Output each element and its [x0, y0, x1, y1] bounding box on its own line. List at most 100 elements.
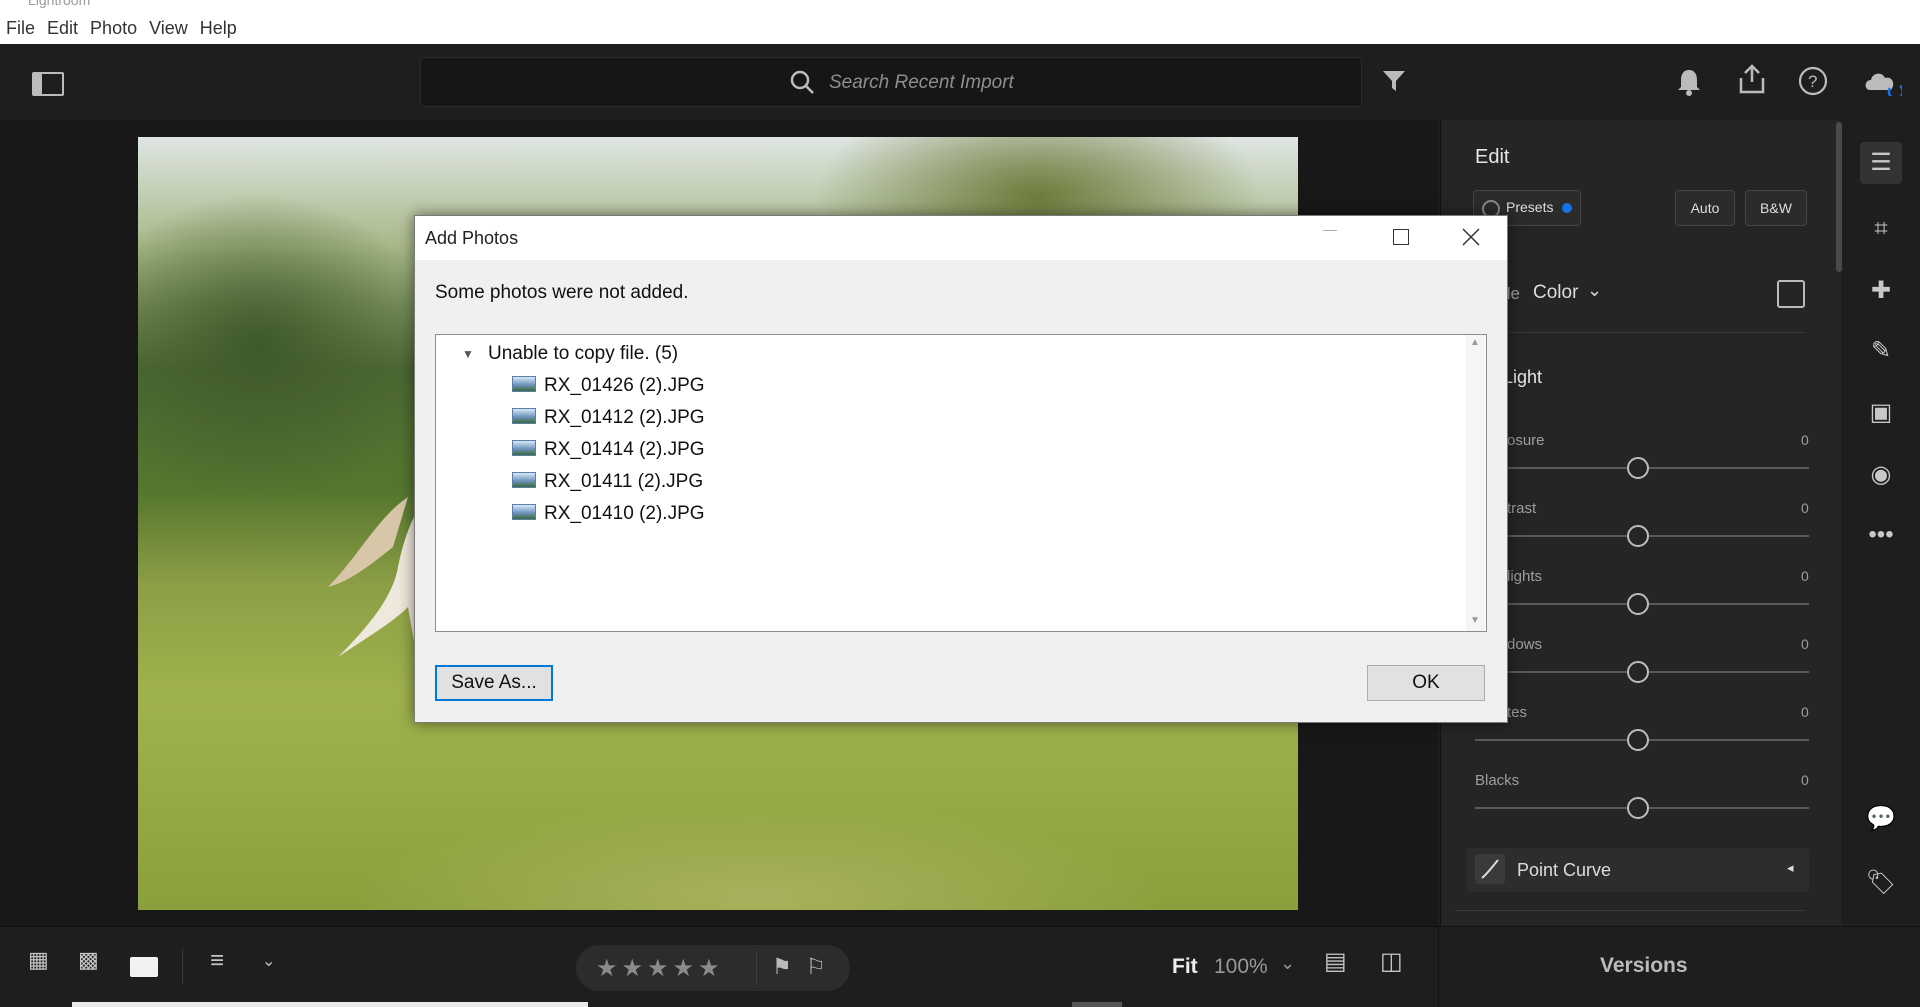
- menu-photo[interactable]: Photo: [84, 10, 143, 39]
- whites-value[interactable]: 0: [1801, 704, 1809, 720]
- versions-button[interactable]: Versions: [1600, 954, 1688, 978]
- list-item[interactable]: RX_01426 (2).JPG: [512, 375, 705, 397]
- highlights-slider-handle[interactable]: [1627, 593, 1649, 615]
- contrast-slider-handle[interactable]: [1627, 525, 1649, 547]
- menu-file[interactable]: File: [0, 10, 41, 39]
- exposure-slider-handle[interactable]: [1627, 457, 1649, 479]
- filmstrip-marker: [1072, 1002, 1122, 1007]
- auto-button[interactable]: Auto: [1675, 190, 1735, 226]
- brush-icon[interactable]: ✎: [1860, 330, 1902, 372]
- list-item[interactable]: RX_01410 (2).JPG: [512, 503, 705, 525]
- list-scrollbar[interactable]: ▲ ▼: [1466, 335, 1485, 631]
- dialog-message: Some photos were not added.: [435, 282, 689, 303]
- fit-zoom-option[interactable]: Fit: [1172, 955, 1198, 979]
- minimize-icon[interactable]: [1323, 230, 1337, 231]
- svg-text:?: ?: [1808, 72, 1817, 91]
- dialog-title-bar: Add Photos: [415, 216, 1507, 260]
- point-curve-section[interactable]: Point Curve ◂: [1467, 848, 1809, 892]
- filter-icon[interactable]: [1382, 70, 1406, 92]
- list-item[interactable]: RX_01414 (2).JPG: [512, 439, 705, 461]
- image-file-icon: [512, 440, 536, 456]
- reject-flag-icon[interactable]: ⚐: [806, 954, 826, 980]
- healing-brush-icon[interactable]: ✚: [1860, 270, 1902, 312]
- scroll-up-icon[interactable]: ▲: [1470, 337, 1480, 348]
- title-bar: Lightroom: [0, 0, 1920, 10]
- failed-files-list[interactable]: ▼ Unable to copy file. (5) RX_01426 (2).…: [435, 334, 1487, 632]
- star-rating[interactable]: ★★★★★: [596, 954, 724, 983]
- menu-view[interactable]: View: [143, 10, 194, 39]
- shadows-value[interactable]: 0: [1801, 636, 1809, 652]
- file-name: RX_01426 (2).JPG: [544, 375, 705, 396]
- crop-icon[interactable]: ⌗: [1860, 208, 1902, 250]
- square-grid-view-icon[interactable]: ▩: [78, 947, 99, 973]
- menu-edit[interactable]: Edit: [41, 10, 84, 39]
- edit-panel-title: Edit: [1475, 146, 1510, 168]
- linear-gradient-icon[interactable]: ▣: [1860, 392, 1902, 434]
- close-icon[interactable]: [1462, 228, 1480, 246]
- maximize-icon[interactable]: [1393, 229, 1409, 245]
- file-name: RX_01414 (2).JPG: [544, 439, 705, 460]
- blacks-value[interactable]: 0: [1801, 772, 1809, 788]
- exposure-label: osure: [1507, 432, 1545, 449]
- image-file-icon: [512, 504, 536, 520]
- shadows-slider-handle[interactable]: [1627, 661, 1649, 683]
- divider: [1455, 910, 1805, 911]
- comments-icon[interactable]: 💬: [1860, 798, 1902, 840]
- shadows-label: dows: [1507, 636, 1543, 653]
- photo-grid-view-icon[interactable]: ▦: [28, 947, 49, 973]
- presets-indicator-dot: [1562, 203, 1572, 213]
- zoom-level[interactable]: 100%: [1214, 955, 1268, 979]
- contrast-label: trast: [1507, 500, 1537, 517]
- list-item[interactable]: RX_01411 (2).JPG: [512, 471, 703, 493]
- profile-browser-icon[interactable]: [1777, 280, 1805, 308]
- menu-help[interactable]: Help: [194, 10, 243, 39]
- app-title: Lightroom: [28, 0, 91, 8]
- ok-button[interactable]: OK: [1367, 665, 1485, 701]
- contrast-value[interactable]: 0: [1801, 500, 1809, 516]
- more-options-icon[interactable]: •••: [1860, 514, 1902, 556]
- radial-gradient-icon[interactable]: ◉: [1860, 454, 1902, 496]
- sort-dropdown-chevron-icon[interactable]: ⌄: [262, 951, 275, 971]
- save-as-button[interactable]: Save As...: [435, 665, 553, 701]
- pick-flag-icon[interactable]: ⚑: [772, 954, 792, 980]
- before-after-icon[interactable]: ◫: [1380, 947, 1403, 976]
- search-placeholder: Search Recent Import: [829, 72, 1014, 93]
- whites-slider-handle[interactable]: [1627, 729, 1649, 751]
- image-file-icon: [512, 408, 536, 424]
- expand-triangle-icon[interactable]: ▼: [462, 347, 474, 361]
- highlights-value[interactable]: 0: [1801, 568, 1809, 584]
- search-box[interactable]: Search Recent Import: [420, 57, 1362, 107]
- list-item[interactable]: RX_01412 (2).JPG: [512, 407, 705, 429]
- cloud-sync-icon[interactable]: [1862, 66, 1902, 96]
- divider: [1438, 927, 1439, 1007]
- search-icon: [790, 70, 814, 94]
- panel-toggle-icon[interactable]: [32, 72, 64, 96]
- edit-sliders-icon[interactable]: ☰: [1860, 142, 1902, 184]
- divider: [756, 951, 757, 985]
- help-icon[interactable]: ?: [1798, 66, 1828, 96]
- zoom-dropdown-chevron-icon[interactable]: ⌄: [1280, 953, 1295, 974]
- whites-label: tes: [1507, 704, 1528, 721]
- presets-label: Presets: [1506, 199, 1554, 215]
- keywords-tag-icon[interactable]: 🏷: [1860, 862, 1902, 904]
- error-group-label[interactable]: Unable to copy file. (5): [488, 343, 678, 365]
- exposure-value[interactable]: 0: [1801, 432, 1809, 448]
- blacks-slider-handle[interactable]: [1627, 797, 1649, 819]
- compare-view-icon[interactable]: ▤: [1324, 947, 1347, 976]
- light-section-title[interactable]: Light: [1503, 367, 1542, 388]
- divider: [182, 949, 183, 985]
- scroll-down-icon[interactable]: ▼: [1470, 615, 1480, 626]
- file-name: RX_01412 (2).JPG: [544, 407, 705, 428]
- share-icon[interactable]: [1738, 64, 1766, 94]
- menu-bar: File Edit Photo View Help: [0, 10, 1920, 45]
- top-toolbar: Search Recent Import ?: [0, 44, 1920, 121]
- sort-icon[interactable]: ≡: [210, 947, 224, 975]
- notification-bell-icon[interactable]: [1676, 68, 1702, 96]
- tool-strip: ☰ ⌗ ✚ ✎ ▣ ◉ ••• 💬 🏷 ⓘ: [1842, 120, 1920, 976]
- detail-view-icon[interactable]: [130, 957, 158, 977]
- blacks-label: Blacks: [1475, 772, 1520, 789]
- filmstrip-scroll-thumb[interactable]: [72, 1002, 588, 1007]
- bw-button[interactable]: B&W: [1745, 190, 1807, 226]
- image-file-icon: [512, 376, 536, 392]
- profile-dropdown[interactable]: Color: [1533, 282, 1578, 304]
